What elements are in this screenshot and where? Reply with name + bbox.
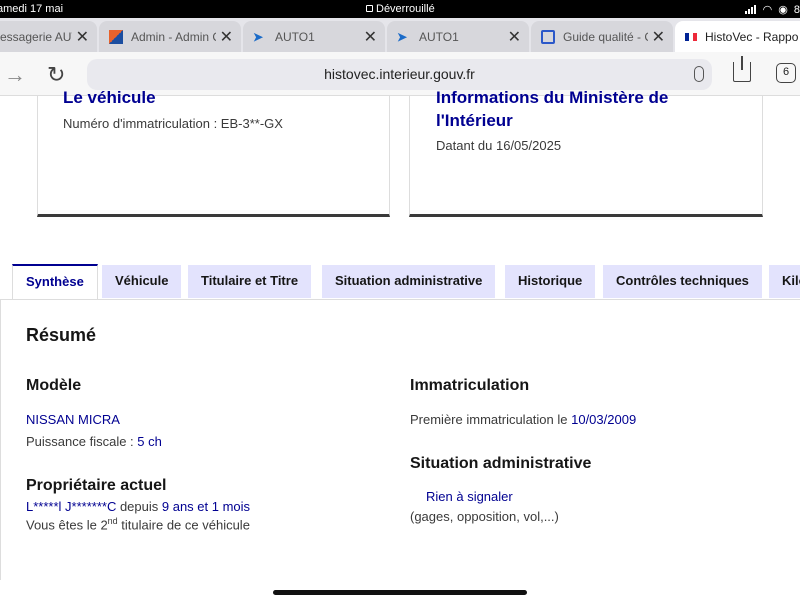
tab-count-button[interactable]: 6 xyxy=(776,63,796,83)
owner-rank: Vous êtes le 2nd titulaire de ce véhicul… xyxy=(26,516,250,532)
ministry-card: Informations du Ministère de l'Intérieur… xyxy=(409,88,763,217)
browser-tab-histovec[interactable]: HistoVec - Rappo xyxy=(675,21,800,52)
ministry-title-line1: Informations du Ministère de xyxy=(436,88,669,107)
status-icons: ◠ ◉ 8 xyxy=(744,3,800,16)
lock-icon xyxy=(366,5,373,12)
home-indicator[interactable] xyxy=(273,590,527,595)
owner-since-value: 9 ans et 1 mois xyxy=(161,499,251,514)
admin-icon xyxy=(109,29,123,44)
microphone-icon[interactable] xyxy=(694,66,704,82)
owner-rank-sup: nd xyxy=(107,516,118,526)
admin-situation-status: Rien à signaler xyxy=(426,489,513,504)
registration-heading: Immatriculation xyxy=(410,377,530,394)
tab-kilometrage[interactable]: Kilo xyxy=(769,265,800,298)
auto1-icon: ➤ xyxy=(397,29,408,44)
vehicle-card-title: Le véhicule xyxy=(63,88,156,107)
summary-title: Résumé xyxy=(26,325,97,345)
status-date: amedi 17 mai xyxy=(0,3,64,15)
share-icon[interactable] xyxy=(733,56,751,82)
tab-titulaire[interactable]: Titulaire et Titre xyxy=(188,265,312,298)
orientation-lock-icon: ◉ xyxy=(778,4,788,16)
close-icon[interactable]: ✕ xyxy=(503,27,521,47)
browser-tab-guide[interactable]: Guide qualité - C ✕ xyxy=(531,21,673,52)
fiscal-power-label: Puissance fiscale : xyxy=(26,434,138,449)
owner-line: L*****l J*******C depuis 9 ans et 1 mois xyxy=(26,499,250,514)
close-icon[interactable]: ✕ xyxy=(647,27,665,47)
tab-controles-techniques[interactable]: Contrôles techniques xyxy=(603,265,762,298)
lock-status-text: Déverrouillé xyxy=(376,3,435,15)
ministry-date: Datant du 16/05/2025 xyxy=(436,138,562,153)
url-text: histovec.interieur.gouv.fr xyxy=(324,66,475,82)
browser-tab-admin[interactable]: Admin - Admin C ✕ xyxy=(99,21,241,52)
tab-synthese[interactable]: Synthèse xyxy=(12,264,98,299)
fiscal-power: Puissance fiscale : 5 ch xyxy=(26,434,162,449)
model-heading: Modèle xyxy=(26,377,82,394)
vehicle-plate: Numéro d'immatriculation : EB-3**-GX xyxy=(63,116,283,131)
first-registration: Première immatriculation le 10/03/2009 xyxy=(410,412,636,427)
battery-text: 8 xyxy=(793,3,800,16)
reload-icon[interactable]: ↻ xyxy=(47,62,65,88)
model-name: NISSAN MICRA xyxy=(26,412,120,427)
ministry-card-title: Informations du Ministère de l'Intérieur xyxy=(436,86,668,132)
browser-tab-auto1-a[interactable]: ➤ AUTO1 ✕ xyxy=(243,21,385,52)
fiscal-power-value: 5 ch xyxy=(137,434,162,449)
owner-since-label: depuis xyxy=(116,499,162,514)
wifi-icon: ◠ xyxy=(762,4,773,16)
browser-tab-messagerie[interactable]: essagerie AUT ✕ xyxy=(0,21,97,52)
synthese-panel: Résumé Modèle NISSAN MICRA Puissance fis… xyxy=(0,300,800,580)
browser-tab-auto1-b[interactable]: ➤ AUTO1 ✕ xyxy=(387,21,529,52)
auto1-icon: ➤ xyxy=(253,29,264,44)
guide-icon xyxy=(541,29,555,44)
vehicle-card: Le véhicule Numéro d'immatriculation : E… xyxy=(37,88,390,217)
tab-situation-administrative[interactable]: Situation administrative xyxy=(322,265,496,298)
report-tabs: Synthèse Véhicule Titulaire et Titre Sit… xyxy=(0,264,800,300)
tab-title: HistoVec - Rappo xyxy=(705,29,799,44)
admin-situation-heading: Situation administrative xyxy=(410,455,592,472)
tab-vehicule[interactable]: Véhicule xyxy=(102,265,182,298)
close-icon[interactable]: ✕ xyxy=(359,27,377,47)
owner-heading: Propriétaire actuel xyxy=(26,477,167,494)
forward-arrow-icon[interactable]: → xyxy=(4,62,26,88)
first-registration-date: 10/03/2009 xyxy=(571,412,637,427)
first-registration-label: Première immatriculation le xyxy=(410,412,572,427)
tab-historique[interactable]: Historique xyxy=(505,265,596,298)
lock-status: Déverrouillé xyxy=(366,3,435,15)
owner-rank-prefix: Vous êtes le 2 xyxy=(26,517,108,533)
french-flag-icon xyxy=(685,32,697,41)
admin-situation-details: (gages, opposition, vol,...) xyxy=(410,509,559,524)
owner-rank-suffix: titulaire de ce véhicule xyxy=(117,517,250,533)
owner-name: L*****l J*******C xyxy=(26,499,117,514)
status-bar: amedi 17 mai Déverrouillé ◠ ◉ 8 xyxy=(0,0,800,18)
page-content: Le véhicule Numéro d'immatriculation : E… xyxy=(0,88,800,600)
close-icon[interactable]: ✕ xyxy=(71,27,89,47)
signal-icon xyxy=(744,5,757,14)
close-icon[interactable]: ✕ xyxy=(215,27,233,47)
browser-tab-bar: essagerie AUT ✕ Admin - Admin C ✕ ➤ AUTO… xyxy=(0,18,800,52)
ministry-title-line2: l'Intérieur xyxy=(436,111,513,130)
